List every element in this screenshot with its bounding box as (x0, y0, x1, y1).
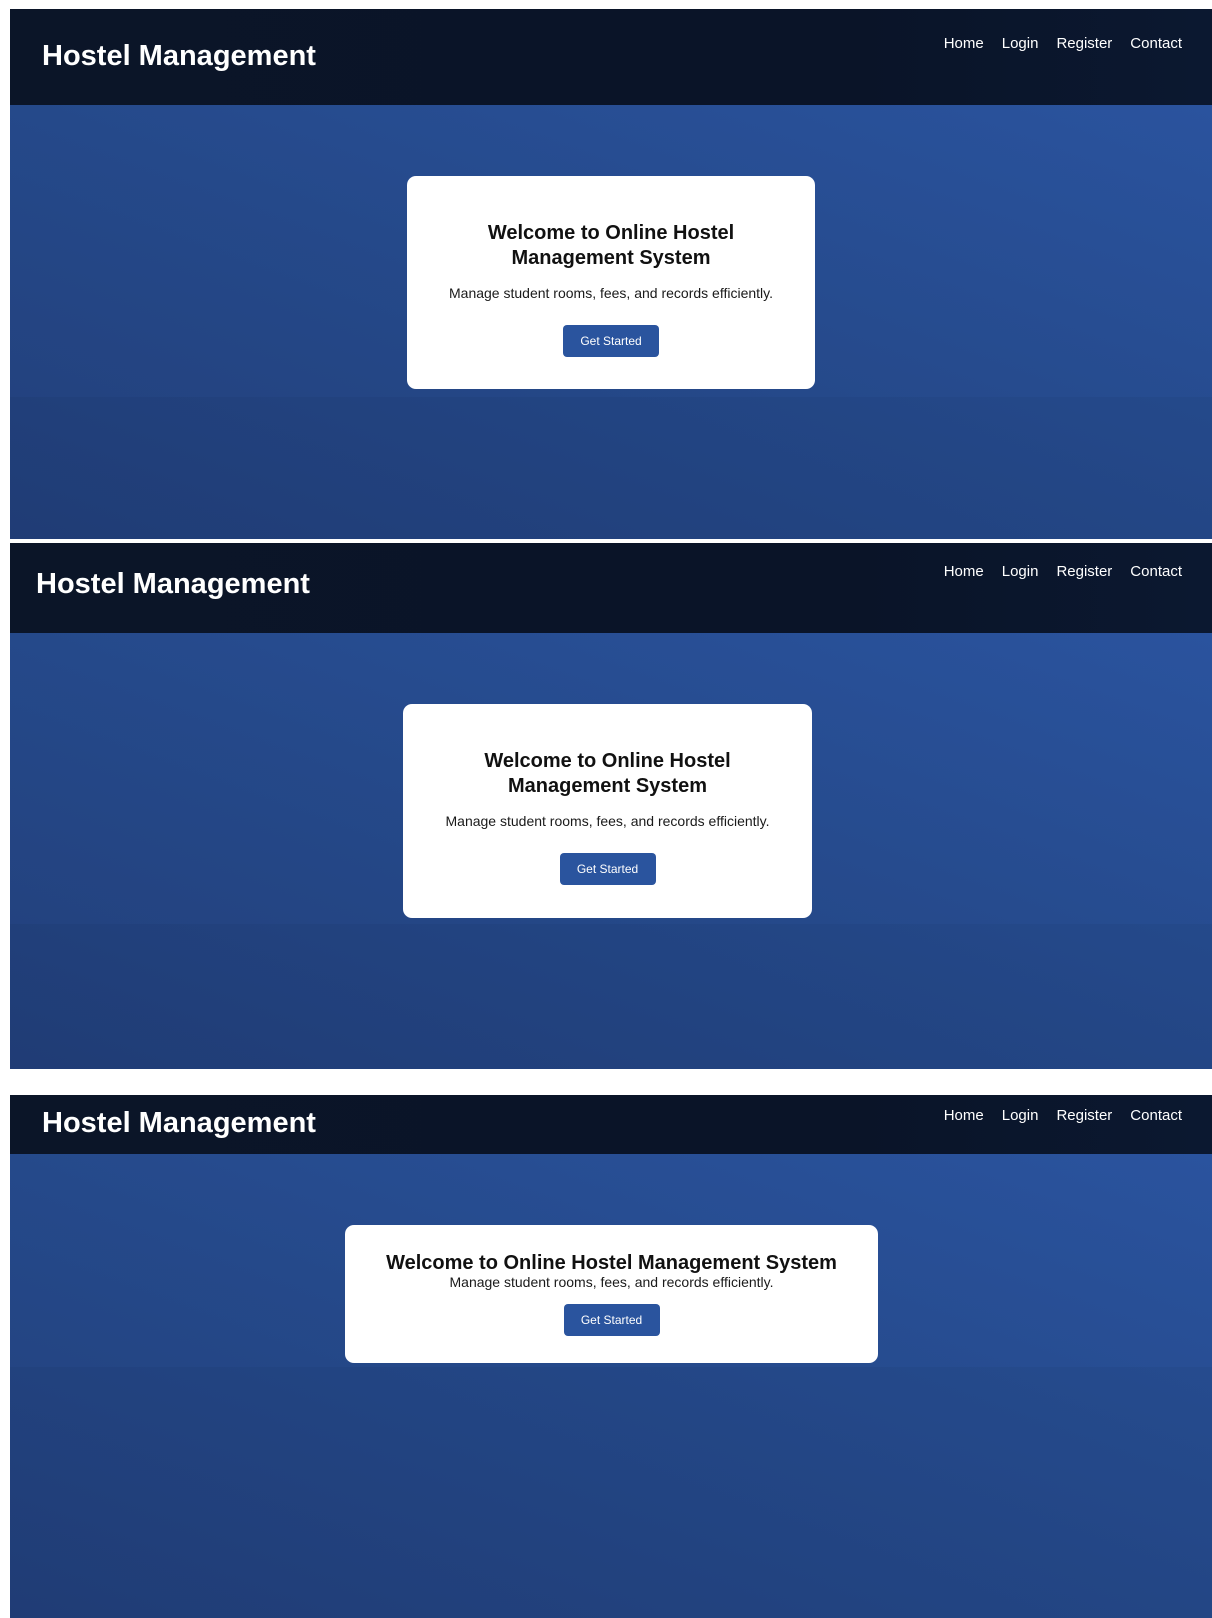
nav-contact-link[interactable]: Contact (1130, 1107, 1182, 1124)
nav-links: Home Login Register Contact (944, 1107, 1182, 1124)
nav-home-link[interactable]: Home (944, 563, 984, 580)
nav-home-link[interactable]: Home (944, 1107, 984, 1124)
welcome-title: Welcome to Online Hostel Management Syst… (386, 1252, 837, 1274)
welcome-description: Manage student rooms, fees, and records … (449, 285, 773, 301)
nav-login-link[interactable]: Login (1002, 1107, 1039, 1124)
nav-links: Home Login Register Contact (944, 35, 1182, 52)
brand-title[interactable]: Hostel Management (42, 1107, 316, 1140)
get-started-button[interactable]: Get Started (563, 325, 659, 357)
welcome-card: Welcome to Online Hostel Management Syst… (407, 176, 815, 389)
welcome-card: Welcome to Online Hostel Management Syst… (345, 1225, 878, 1363)
get-started-button[interactable]: Get Started (563, 1304, 660, 1336)
screenshot-3: Hostel Management Home Login Register Co… (10, 1095, 1212, 1618)
nav-contact-link[interactable]: Contact (1130, 563, 1182, 580)
nav-login-link[interactable]: Login (1002, 563, 1039, 580)
nav-register-link[interactable]: Register (1056, 563, 1112, 580)
get-started-button[interactable]: Get Started (559, 853, 656, 885)
nav-login-link[interactable]: Login (1002, 35, 1039, 52)
welcome-description: Manage student rooms, fees, and records … (449, 1274, 774, 1290)
hero-band (10, 1367, 1212, 1618)
nav-contact-link[interactable]: Contact (1130, 35, 1182, 52)
hero-band (10, 397, 1212, 539)
brand-title[interactable]: Hostel Management (36, 568, 310, 601)
nav-register-link[interactable]: Register (1056, 1107, 1112, 1124)
navbar: Hostel Management Home Login Register Co… (10, 543, 1212, 633)
screenshot-1: Hostel Management Home Login Register Co… (10, 9, 1212, 539)
hero-band (10, 924, 1212, 1069)
navbar: Hostel Management Home Login Register Co… (10, 9, 1212, 105)
navbar: Hostel Management Home Login Register Co… (10, 1095, 1212, 1154)
nav-home-link[interactable]: Home (944, 35, 984, 52)
nav-links: Home Login Register Contact (944, 563, 1182, 580)
welcome-card: Welcome to Online Hostel Management Syst… (403, 704, 812, 918)
brand-title[interactable]: Hostel Management (42, 40, 316, 73)
welcome-title: Welcome to Online Hostel Management Syst… (487, 222, 735, 269)
welcome-title: Welcome to Online Hostel Management Syst… (484, 750, 731, 797)
hero-section (10, 1154, 1212, 1618)
screenshot-2: Hostel Management Home Login Register Co… (10, 543, 1212, 1069)
nav-register-link[interactable]: Register (1056, 35, 1112, 52)
welcome-description: Manage student rooms, fees, and records … (445, 813, 770, 829)
